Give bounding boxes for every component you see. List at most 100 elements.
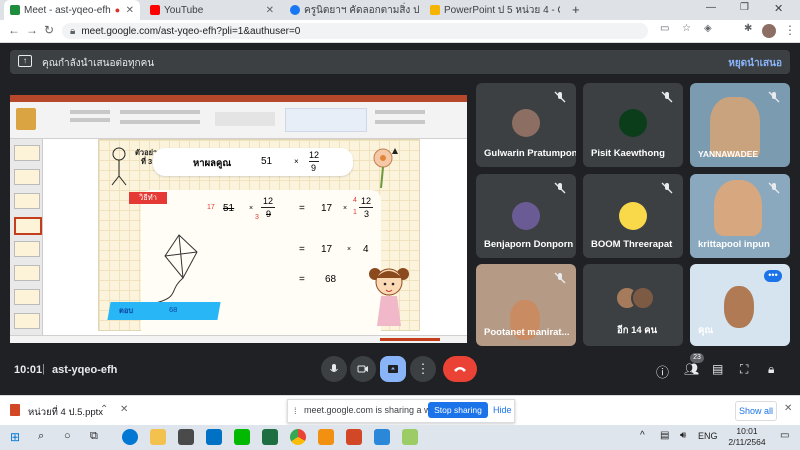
more-options-icon[interactable]: ••• [764,270,782,282]
more-vert-icon: ⋮ [416,361,430,376]
back-icon[interactable]: ← [8,23,20,37]
notification-icon[interactable]: ▭ [780,430,789,441]
step1-result-denominator: 3 [364,209,370,219]
participant-video [724,286,754,328]
stick-figure-drawing [107,146,137,186]
network-icon[interactable]: ▤ [660,430,669,441]
hide-button[interactable]: Hide [493,405,512,415]
host-controls-icon[interactable]: 🔒︎ [768,362,774,377]
close-icon[interactable]: ✕ [784,403,792,414]
chevron-up-icon[interactable]: ^ [640,430,645,441]
file-explorer-icon[interactable] [150,429,166,445]
slide-thumbnail[interactable] [14,145,40,161]
separator: | [42,363,45,375]
menu-icon[interactable]: ⋮ [784,23,796,37]
chrome-icon[interactable] [290,429,306,445]
present-now-button[interactable] [380,356,406,382]
cortana-icon[interactable]: ○ [64,430,71,442]
slide-thumbnail[interactable] [14,241,40,257]
tab-meet[interactable]: Meet - ast-yqeo-efh ● ✕ [4,0,140,20]
slide-thumbnail-selected[interactable] [14,217,42,235]
new-tab-button[interactable]: + [572,2,580,17]
tab-youtube[interactable]: YouTube ✕ [144,0,280,20]
close-icon[interactable]: ✕ [120,404,128,415]
participant-tile[interactable]: Benjaporn Donporn [476,174,576,258]
photos-icon[interactable] [374,429,390,445]
camera-button[interactable] [350,356,376,382]
tab-slides[interactable]: PowerPoint ป 5 หน่วย 4 - Google ✕ [424,0,560,20]
activities-icon[interactable]: ⛶ [740,362,748,377]
problem-whole: 51 [261,156,273,167]
task-view-icon[interactable]: ⧉ [90,430,98,443]
slide-thumbnail[interactable] [14,265,40,281]
participant-tile[interactable]: Pisit Kaewthong [583,83,683,167]
minimize-button[interactable]: — [706,2,716,13]
store-icon[interactable] [178,429,194,445]
window-close-button[interactable]: ✕ [774,2,783,15]
mail-icon[interactable] [206,429,222,445]
slide-thumbnail[interactable] [14,289,40,305]
stop-presenting-button[interactable]: หยุดนำเสนอ [728,56,782,71]
address-bar[interactable]: 🔒︎ meet.google.com/ast-yqeo-efh?pli=1&au… [62,23,648,39]
tab-facebook[interactable]: ครูนิตยาฯ คัดลอกตามสิ่ง ป.5/5 ✕ [284,0,420,20]
close-icon[interactable]: ✕ [266,5,274,16]
extension-icon[interactable]: ◈ [704,23,712,34]
ribbon-group [120,110,200,114]
tab-label: PowerPoint ป 5 หน่วย 4 - Google [444,4,560,16]
participant-tile[interactable]: ••• คุณ [690,264,790,346]
participant-tile[interactable]: krittapool inpun [690,174,790,258]
participant-count-badge: 23 [690,353,704,363]
profile-avatar-image[interactable] [762,24,776,38]
stop-sharing-button[interactable]: Stop sharing [428,402,488,418]
app-icon[interactable] [318,429,334,445]
youtube-icon [150,5,160,15]
participant-tile[interactable]: BOOM Threerapat [583,174,683,258]
drag-handle-icon[interactable]: ⁞ [294,406,297,416]
close-icon[interactable]: ✕ [126,5,134,16]
search-icon[interactable]: ⌕ [38,430,44,443]
more-options-button[interactable]: ⋮ [410,356,436,382]
participant-tile[interactable]: อีก 14 คน [583,264,683,346]
excel-icon[interactable] [262,429,278,445]
show-all-button[interactable]: Show all [735,401,777,421]
windows-start-icon[interactable]: ⊞ [10,430,20,444]
edge-icon[interactable] [122,429,138,445]
forward-icon[interactable]: → [26,23,38,37]
clock[interactable]: 10:01 2/11/2564 [722,426,772,448]
ribbon-group [70,110,110,114]
participant-tile[interactable]: Pootanet manirat... [476,264,576,346]
volume-icon[interactable]: 🔊︎ [680,430,686,441]
avatar [512,202,540,230]
language-indicator[interactable]: ENG [698,431,718,441]
powerpoint-icon[interactable] [346,429,362,445]
pptx-file-icon [10,404,20,416]
cancel-value: 3 [255,214,259,221]
leave-call-button[interactable] [443,356,477,382]
present-icon [388,365,398,373]
paint-icon[interactable] [402,429,418,445]
info-icon[interactable]: ⓘ [656,362,669,381]
star-icon[interactable]: ☆ [682,23,691,34]
times-symbol: × [347,246,352,253]
reload-icon[interactable]: ↻ [44,23,54,37]
chat-icon[interactable]: ▤ [712,362,723,376]
participant-tile[interactable]: YANNAWADEE [690,83,790,167]
meeting-time: 10:01 [14,364,43,376]
download-file-name[interactable]: หน่วยที่ 4 ป.5.pptx [28,405,103,420]
slide-thumbnail[interactable] [14,193,40,209]
browser-tab-strip: Meet - ast-yqeo-efh ● ✕ YouTube ✕ ครูนิต… [0,0,800,20]
maximize-button[interactable]: ❐ [740,2,749,13]
chevron-up-icon[interactable]: ⌃ [100,404,108,415]
camera-icon [357,365,368,373]
slide-thumbnail[interactable] [14,169,40,185]
line-icon[interactable] [234,429,250,445]
slide-thumbnail[interactable] [14,313,40,329]
mic-button[interactable] [321,356,347,382]
participant-tile[interactable]: Gulwarin Pratumpong [476,83,576,167]
people-icon[interactable]: 👥︎ [684,362,699,376]
participant-name: Pootanet manirat... [484,327,570,338]
puzzle-icon[interactable]: ✱ [744,23,752,34]
cast-icon[interactable]: ▭ [660,23,669,34]
zoom-slider[interactable] [380,338,440,341]
answer-banner-value: 68 [169,305,178,314]
